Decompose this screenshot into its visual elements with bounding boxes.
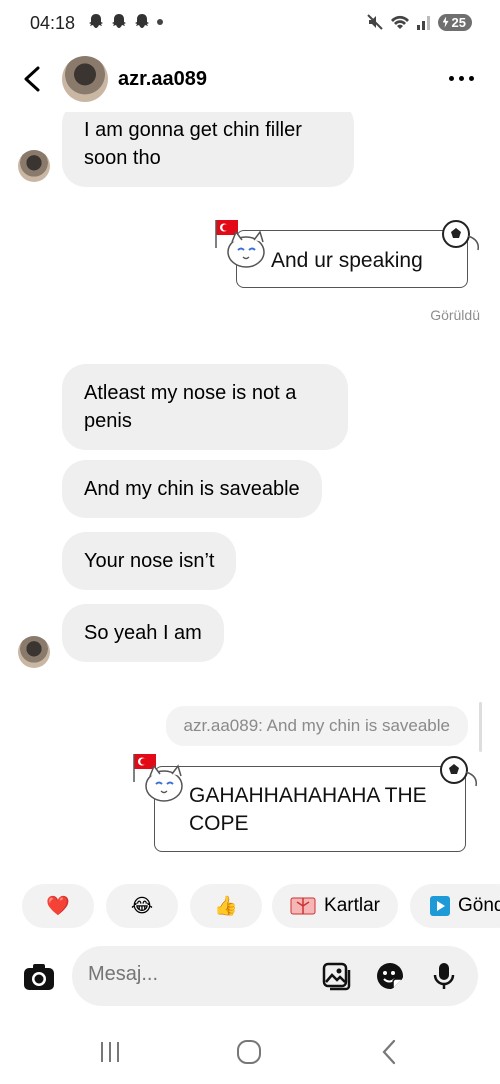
soccer-ball-icon (442, 220, 480, 251)
incoming-message[interactable]: Your nose isn’t (62, 532, 237, 590)
chat-username[interactable]: azr.aa089 (118, 68, 207, 91)
back-arrow-icon[interactable] (18, 62, 48, 96)
message-text-block: GAHAHHAHAHAHA THE COPE (189, 782, 427, 838)
home-icon[interactable] (235, 1038, 263, 1066)
microphone-icon[interactable] (428, 960, 460, 992)
message-text: And ur speaking (271, 249, 423, 272)
play-square-icon (430, 896, 450, 916)
cat-flag-sticker-icon (133, 754, 183, 802)
message-text: Your nose isn’t (84, 550, 215, 572)
more-options-icon[interactable] (449, 76, 474, 81)
sticker-icon[interactable] (374, 960, 406, 992)
outgoing-sticker-message[interactable]: And ur speaking (214, 218, 486, 300)
message-text-line: GAHAHHAHAHAHA THE (189, 784, 427, 807)
heart-icon: ❤️ (46, 896, 70, 917)
outgoing-sticker-message[interactable]: GAHAHHAHAHAHA THE COPE (132, 752, 486, 862)
message-composer (72, 946, 478, 1006)
sender-avatar[interactable] (18, 150, 50, 182)
reply-indicator (479, 702, 482, 752)
incoming-message[interactable]: Atleast my nose is not a penis (62, 364, 348, 450)
thumbs-up-reaction-button[interactable]: 👍 (190, 884, 262, 928)
message-list[interactable]: I am gonna get chin filler soon tho And … (0, 112, 500, 872)
battery-indicator: 25 (437, 13, 472, 31)
recent-apps-icon[interactable] (96, 1038, 124, 1066)
snapchat-icon (89, 14, 103, 28)
system-nav-bar (0, 1020, 500, 1084)
message-text: And my chin is saveable (84, 478, 300, 500)
send-gift-label: Gönd (458, 895, 500, 916)
reply-preview[interactable]: azr.aa089: And my chin is saveable (165, 706, 468, 746)
snapchat-icon (135, 14, 149, 28)
heart-reaction-button[interactable]: ❤️ (22, 884, 94, 928)
mute-icon (366, 14, 383, 30)
message-text: Atleast my nose is not a penis (84, 382, 297, 432)
incoming-message[interactable]: I am gonna get chin filler soon tho (62, 112, 354, 187)
wifi-icon (390, 15, 409, 29)
status-right: 25 (366, 13, 472, 31)
reply-preview-text: azr.aa089: And my chin is saveable (183, 716, 451, 735)
quick-reactions: ❤️ 😂 👍 Kartlar Gönd (0, 880, 500, 932)
back-nav-icon[interactable] (376, 1038, 404, 1066)
laugh-reaction-button[interactable]: 😂 (106, 884, 178, 928)
chat-header: azr.aa089 (0, 50, 500, 110)
dot-icon (157, 19, 163, 25)
soccer-ball-icon (440, 756, 478, 787)
cat-flag-sticker-icon (215, 220, 265, 268)
status-time: 04:18 (30, 13, 76, 33)
thumbs-up-icon: 👍 (214, 896, 238, 917)
sender-avatar[interactable] (18, 636, 50, 668)
incoming-message[interactable]: So yeah I am (62, 604, 224, 662)
status-bar: 04:18 25 (0, 0, 500, 50)
send-gift-button[interactable]: Gönd (410, 884, 500, 928)
gallery-icon[interactable] (320, 960, 352, 992)
seen-status: Görüldü (430, 307, 480, 323)
message-text: I am gonna get chin filler soon tho (84, 119, 302, 169)
notification-icons (86, 12, 165, 32)
message-text-line: COPE (189, 812, 249, 835)
message-text: So yeah I am (84, 622, 202, 644)
camera-icon[interactable] (22, 960, 56, 994)
cards-button[interactable]: Kartlar (272, 884, 398, 928)
snapchat-icon (112, 14, 126, 28)
message-input[interactable] (88, 963, 288, 986)
gift-card-icon (290, 897, 316, 915)
avatar[interactable] (62, 56, 108, 102)
signal-icon (416, 16, 430, 30)
cards-label: Kartlar (324, 895, 380, 916)
laughing-face-icon: 😂 (130, 895, 154, 917)
incoming-message[interactable]: And my chin is saveable (62, 460, 322, 518)
